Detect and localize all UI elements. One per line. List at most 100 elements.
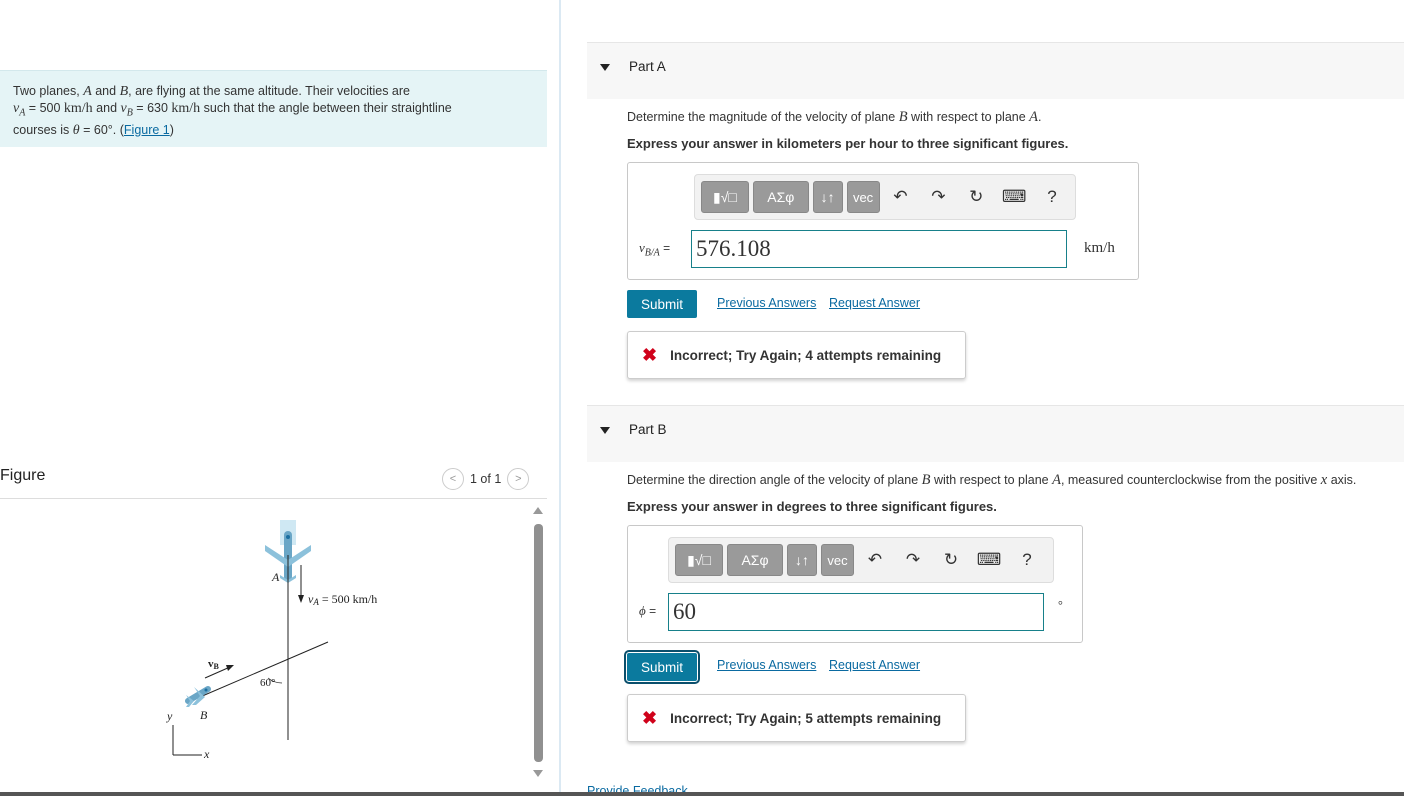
- help-icon[interactable]: ?: [1010, 544, 1044, 576]
- label-A: A: [271, 570, 280, 584]
- label-vB: vB: [208, 658, 220, 671]
- part-a-header[interactable]: Part A: [587, 42, 1404, 99]
- part-b-header[interactable]: Part B: [587, 405, 1404, 462]
- question-text: with respect to plane: [907, 110, 1030, 124]
- problem-text: courses is: [13, 122, 73, 137]
- figure-diagram: A vA = 500 km/h vB 60° B y x: [166, 520, 377, 761]
- problem-text: ): [169, 122, 174, 137]
- scrollbar-thumb[interactable]: [534, 524, 543, 762]
- math-B: B: [119, 84, 129, 99]
- answer-input[interactable]: 576.108: [691, 230, 1067, 268]
- math-B: B: [898, 109, 908, 125]
- previous-answers-link[interactable]: Previous Answers: [717, 658, 816, 672]
- left-panel: Two planes, A and B, are flying at the s…: [0, 0, 560, 796]
- problem-text: , are flying at the same altitude. Their…: [128, 84, 410, 98]
- question-text: , measured counterclockwise from the pos…: [1060, 473, 1321, 487]
- part-b-label: Part B: [629, 422, 667, 437]
- figure-link[interactable]: Figure 1: [124, 123, 170, 137]
- collapse-triangle-icon[interactable]: [600, 64, 610, 71]
- feedback-message: ✖ Incorrect; Try Again; 4 attempts remai…: [627, 331, 966, 379]
- redo-icon[interactable]: ↷: [921, 181, 955, 213]
- part-b-question: Determine the direction angle of the vel…: [627, 472, 1356, 489]
- vector-button[interactable]: vec: [846, 181, 880, 213]
- submit-button[interactable]: Submit: [624, 650, 700, 684]
- previous-answers-link[interactable]: Previous Answers: [717, 296, 816, 310]
- undo-icon[interactable]: ↶: [858, 544, 892, 576]
- problem-statement: Two planes, A and B, are flying at the s…: [0, 70, 547, 147]
- next-figure-button[interactable]: >: [507, 468, 530, 490]
- undo-icon[interactable]: ↶: [884, 181, 918, 213]
- scroll-up-arrow[interactable]: [533, 507, 543, 514]
- figure-page-count: 1 of 1: [470, 472, 502, 486]
- problem-text: = 60°. (: [79, 122, 124, 137]
- keyboard-icon[interactable]: ⌨: [997, 181, 1031, 213]
- unit-kmh: km/h: [171, 101, 201, 116]
- vB-arrowhead: [226, 665, 234, 671]
- templates-button[interactable]: ▮√□: [701, 181, 749, 213]
- variable-label: vB/A =: [639, 240, 671, 259]
- problem-text: and: [91, 84, 120, 98]
- math-A: A: [1052, 472, 1061, 488]
- arrows-button[interactable]: ↓↑: [787, 544, 817, 576]
- plane-B-icon: [185, 686, 211, 707]
- figure-pager: < 1 of 1 >: [442, 468, 530, 490]
- incorrect-icon: ✖: [642, 707, 658, 728]
- submit-button[interactable]: Submit: [627, 290, 697, 318]
- arrows-button[interactable]: ↓↑: [812, 181, 843, 213]
- keyboard-icon[interactable]: ⌨: [972, 544, 1006, 576]
- unit-kmh: km/h: [63, 101, 93, 116]
- incorrect-icon: ✖: [642, 344, 658, 365]
- feedback-text: Incorrect; Try Again; 5 attempts remaini…: [670, 710, 942, 726]
- part-a-question: Determine the magnitude of the velocity …: [627, 109, 1042, 126]
- problem-text: = 500: [25, 101, 64, 115]
- page: Two planes, A and B, are flying at the s…: [0, 0, 1404, 796]
- scroll-down-arrow[interactable]: [533, 770, 543, 777]
- axis-y-label: y: [166, 709, 173, 723]
- templates-button[interactable]: ▮√□: [675, 544, 723, 576]
- bottom-bar: [0, 792, 1404, 796]
- help-icon[interactable]: ?: [1035, 181, 1069, 213]
- label-vA: vA = 500 km/h: [308, 592, 377, 607]
- reset-icon[interactable]: ↻: [934, 544, 968, 576]
- math-toolbar: ▮√□ ΑΣφ ↓↑ vec ↶ ↷ ↻ ⌨ ?: [668, 537, 1054, 583]
- axis-x-label: x: [203, 747, 210, 761]
- right-panel: Part A Determine the magnitude of the ve…: [561, 0, 1404, 796]
- unit-label: km/h: [1084, 240, 1115, 256]
- redo-icon[interactable]: ↷: [896, 544, 930, 576]
- question-text: axis.: [1327, 473, 1357, 487]
- greek-symbols-button[interactable]: ΑΣφ: [752, 181, 809, 213]
- question-text: with respect to plane: [930, 473, 1053, 487]
- unit-label: °: [1058, 598, 1063, 612]
- part-b-instruction: Express your answer in degrees to three …: [627, 499, 997, 514]
- question-text: Determine the magnitude of the velocity …: [627, 110, 899, 124]
- greek-symbols-button[interactable]: ΑΣφ: [727, 544, 783, 576]
- problem-text: such that the angle between their straig…: [200, 101, 452, 115]
- request-answer-link[interactable]: Request Answer: [829, 658, 920, 672]
- problem-text: and: [92, 101, 121, 115]
- question-text: Determine the direction angle of the vel…: [627, 473, 922, 487]
- math-A: A: [83, 84, 92, 99]
- collapse-triangle-icon[interactable]: [600, 427, 610, 434]
- answer-input[interactable]: 60: [668, 593, 1044, 631]
- figure-title: Figure: [0, 467, 46, 484]
- part-a-label: Part A: [629, 59, 666, 74]
- problem-text: Two planes,: [13, 84, 84, 98]
- vA-arrowhead: [298, 595, 304, 603]
- math-theta: θ: [72, 122, 80, 138]
- divider: [0, 498, 547, 499]
- variable-label: ϕ =: [639, 603, 657, 618]
- feedback-text: Incorrect; Try Again; 4 attempts remaini…: [670, 347, 942, 363]
- reset-icon[interactable]: ↻: [959, 181, 993, 213]
- math-toolbar: ▮√□ ΑΣφ ↓↑ vec ↶ ↷ ↻ ⌨ ?: [694, 174, 1076, 220]
- vector-button[interactable]: vec: [821, 544, 854, 576]
- part-a-instruction: Express your answer in kilometers per ho…: [627, 136, 1069, 151]
- request-answer-link[interactable]: Request Answer: [829, 296, 920, 310]
- label-B: B: [200, 708, 208, 722]
- feedback-message: ✖ Incorrect; Try Again; 5 attempts remai…: [627, 694, 966, 742]
- part-a-answer-box: ▮√□ ΑΣφ ↓↑ vec ↶ ↷ ↻ ⌨ ? vB/A = 576.108 …: [627, 162, 1139, 280]
- prev-figure-button[interactable]: <: [442, 468, 464, 490]
- math-A: A: [1029, 109, 1039, 125]
- part-b-answer-box: ▮√□ ΑΣφ ↓↑ vec ↶ ↷ ↻ ⌨ ? ϕ = 60 °: [627, 525, 1083, 643]
- question-text: .: [1038, 110, 1042, 124]
- problem-text: = 630: [132, 101, 172, 115]
